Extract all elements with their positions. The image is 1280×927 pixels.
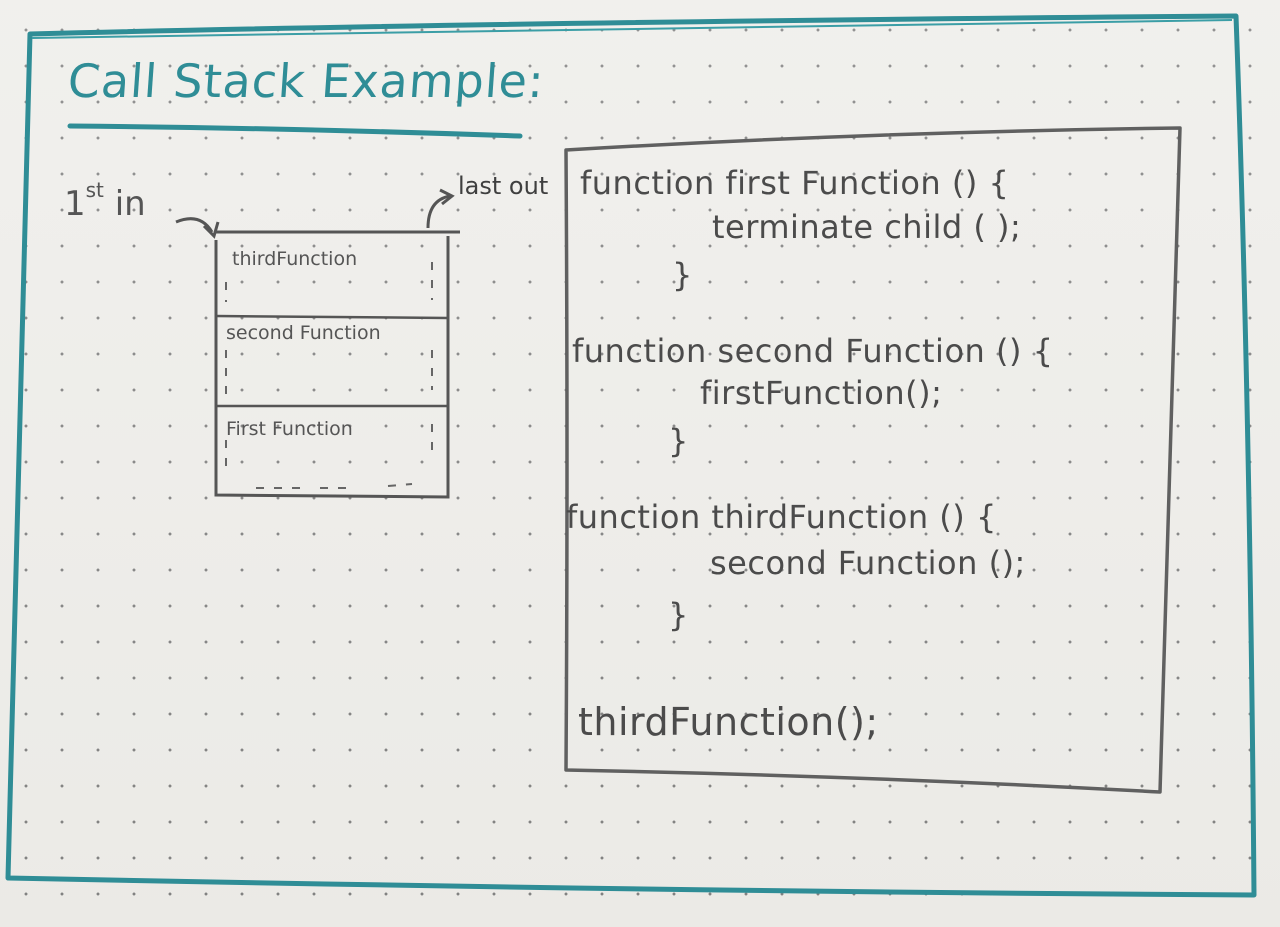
last-out-label: last out	[458, 172, 549, 200]
code-second-function-body: firstFunction();	[700, 374, 943, 412]
stack-frame-second: second Function	[226, 322, 381, 344]
sketch-lines	[5, 13, 1257, 898]
code-second-function-close: }	[668, 422, 689, 460]
title-underline	[67, 123, 523, 139]
code-third-function-close: }	[668, 596, 689, 634]
code-first-function-close: }	[672, 256, 693, 294]
code-first-function-header: function first Function () {	[580, 164, 1010, 202]
stack-divider-1	[215, 314, 449, 320]
stack-frame-first: First Function	[226, 418, 353, 440]
code-first-function-body: terminate child ( );	[712, 208, 1022, 246]
code-third-function-header: function thirdFunction () {	[566, 498, 997, 536]
stack-frame-third: thirdFunction	[232, 248, 358, 270]
code-second-function-header: function second Function () {	[572, 332, 1054, 370]
first-in-label: 1st in	[64, 178, 146, 224]
code-call: thirdFunction();	[578, 700, 879, 744]
stack-outline	[214, 236, 450, 499]
code-third-function-body: second Function ();	[710, 544, 1026, 582]
page-title: Call Stack Example:	[66, 54, 547, 108]
